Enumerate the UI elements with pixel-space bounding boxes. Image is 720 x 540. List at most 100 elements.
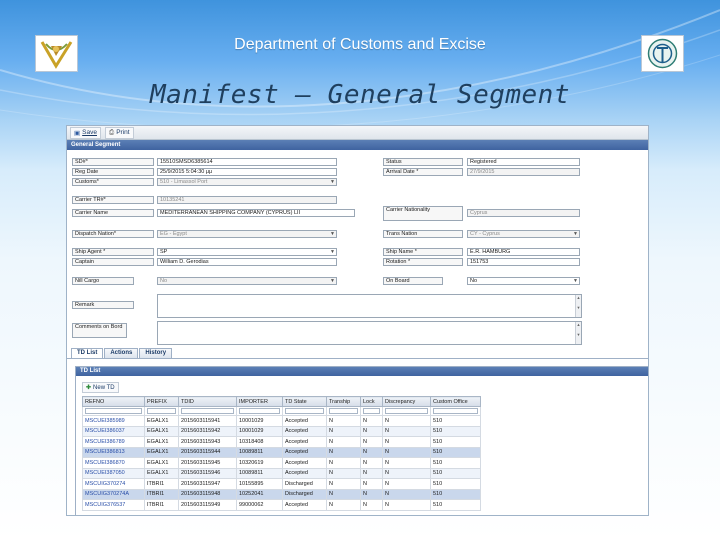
refno-link[interactable]: MSCUEI386037	[82, 425, 145, 437]
status-field[interactable]: Registered	[467, 158, 580, 166]
ship-agent-select[interactable]: SP ▼	[157, 248, 337, 256]
table-cell: 510	[430, 478, 481, 490]
on-board-label: On Board	[383, 277, 443, 285]
tab-td-list[interactable]: TD List	[71, 348, 104, 358]
column-filter-input[interactable]	[282, 406, 327, 416]
table-cell: N	[326, 478, 361, 490]
table-cell: ITBRI1	[144, 488, 179, 500]
print-button[interactable]: ⎙ Print	[104, 126, 134, 139]
table-row[interactable]: MSCUEI387050 EGALX1 2015603115946 10089811 A…	[82, 467, 481, 479]
carrier-tr-field[interactable]: 10135241	[157, 196, 337, 204]
table-cell: EGALX1	[144, 436, 179, 448]
table-cell: EGALX1	[144, 415, 179, 427]
refno-link[interactable]: MSCUIG376537	[82, 499, 145, 511]
column-filter-input[interactable]	[178, 406, 237, 416]
refno-link[interactable]: MSCUIG370274A	[82, 488, 145, 500]
column-header[interactable]: PREFIX	[144, 396, 179, 407]
table-cell: 2015603115944	[178, 446, 237, 458]
table-cell: N	[326, 457, 361, 469]
refno-link[interactable]: MSCUEI386813	[82, 446, 145, 458]
dispatch-nation-select[interactable]: EG - Egypt ▼	[157, 230, 337, 238]
refno-link[interactable]: MSCUEI385989	[82, 415, 145, 427]
tab-history[interactable]: History	[139, 348, 173, 358]
column-header[interactable]: Custom Office	[430, 396, 481, 407]
carrier-nationality-field[interactable]: Cyprus	[467, 209, 580, 217]
column-filter-input[interactable]	[326, 406, 361, 416]
ship-name-field[interactable]: E.R. HAMBURG	[467, 248, 580, 256]
refno-link[interactable]: MSCUIG370274	[82, 478, 145, 490]
customs-select[interactable]: 510 - Limassol Port ▼	[157, 178, 337, 186]
arrival-date-field[interactable]: 27/9/2015	[467, 168, 580, 176]
captain-field[interactable]: William D. Gerodias	[157, 258, 337, 266]
table-cell: 10318408	[236, 436, 283, 448]
table-cell: 510	[430, 425, 481, 437]
table-cell: 10089811	[236, 467, 283, 479]
column-filter-input[interactable]	[236, 406, 283, 416]
carrier-nationality-label: Carrier Nationality	[383, 206, 463, 221]
table-row[interactable]: MSCUEI386037 EGALX1 2015603115942 10001029 A…	[82, 425, 481, 437]
table-row[interactable]: MSCUEI386813 EGALX1 2015603115944 10089811 A…	[82, 446, 481, 458]
rotation-field[interactable]: 151753	[467, 258, 580, 266]
chevron-down-icon: ▼	[573, 231, 578, 237]
column-header[interactable]: Tranship	[326, 396, 361, 407]
nill-cargo-label: Nill Cargo	[72, 277, 134, 285]
carrier-name-field[interactable]: MEDITERRANEAN SHIPPING COMPANY (CYPRUS) …	[157, 209, 355, 217]
reg-date-field[interactable]: 25/9/2015 5:04:30 μμ	[157, 168, 337, 176]
table-cell: N	[326, 446, 361, 458]
on-board-select[interactable]: No ▼	[467, 277, 580, 285]
table-row[interactable]: MSCUIG376537 ITBRI1 2015603115949 99000062 A…	[82, 499, 481, 511]
column-header[interactable]: TD State	[282, 396, 327, 407]
column-filter-input[interactable]	[144, 406, 179, 416]
table-cell: N	[382, 436, 431, 448]
table-cell: 510	[430, 446, 481, 458]
column-header[interactable]: Discrepancy	[382, 396, 431, 407]
comments-textarea[interactable]: ▲ ▼	[157, 321, 582, 345]
general-segment-header: General Segment	[67, 140, 648, 150]
carrier-name-label: Carrier Name	[72, 209, 154, 217]
column-filter-input[interactable]	[360, 406, 383, 416]
slide-title: Manifest – General Segment	[150, 80, 570, 110]
nill-cargo-select[interactable]: No ▼	[157, 277, 337, 285]
refno-link[interactable]: MSCUEI387050	[82, 467, 145, 479]
filter-row	[82, 406, 481, 416]
table-cell: 2015603115943	[178, 436, 237, 448]
table-row[interactable]: MSCUEI385989 EGALX1 2015603115941 10001029 A…	[82, 415, 481, 427]
column-header[interactable]: Lock	[360, 396, 383, 407]
column-filter-input[interactable]	[382, 406, 431, 416]
table-cell: N	[382, 478, 431, 490]
ship-name-label: Ship Name *	[383, 248, 463, 256]
column-header[interactable]: IMPORTER	[236, 396, 283, 407]
chevron-down-icon: ▼	[573, 278, 578, 284]
chevron-down-icon: ▼	[330, 231, 335, 237]
status-label: Status	[383, 158, 463, 166]
table-cell: Accepted	[282, 467, 327, 479]
save-button[interactable]: ▣ Save	[70, 126, 101, 139]
tab-actions[interactable]: Actions	[104, 348, 139, 358]
table-row[interactable]: MSCUIG370274A ITBRI1 2015603115948 10252041…	[82, 488, 481, 500]
table-row[interactable]: MSCUEI386789 EGALX1 2015603115943 10318408 A…	[82, 436, 481, 448]
refno-link[interactable]: MSCUEI386789	[82, 436, 145, 448]
sd-field[interactable]: 15510SMSD6385614	[157, 158, 337, 166]
new-td-button[interactable]: ✚ New TD	[82, 382, 119, 393]
scrollbar[interactable]: ▲ ▼	[575, 295, 581, 317]
table-cell: N	[360, 488, 383, 500]
trans-nation-select[interactable]: CY - Cyprus ▼	[467, 230, 580, 238]
table-cell: EGALX1	[144, 446, 179, 458]
table-cell: 510	[430, 467, 481, 479]
column-header[interactable]: REFNO	[82, 396, 145, 407]
column-header[interactable]: TDID	[178, 396, 237, 407]
column-filter-input[interactable]	[430, 406, 481, 416]
table-cell: N	[360, 425, 383, 437]
table-row[interactable]: MSCUEI386870 EGALX1 2015603115945 10320619 A…	[82, 457, 481, 469]
table-cell: 2015603115941	[178, 415, 237, 427]
table-header-row: REFNO PREFIX TDID IMPORTER TD State Tranship L…	[82, 396, 481, 407]
table-cell: N	[360, 436, 383, 448]
table-row[interactable]: MSCUIG370274 ITBRI1 2015603115947 10155895 D…	[82, 478, 481, 490]
refno-link[interactable]: MSCUEI386870	[82, 457, 145, 469]
remark-textarea[interactable]: ▲ ▼	[157, 294, 582, 318]
background-swoosh	[0, 9, 720, 129]
scrollbar[interactable]: ▲ ▼	[575, 322, 581, 344]
department-title: Department of Customs and Excise	[234, 36, 486, 53]
table-cell: N	[360, 457, 383, 469]
column-filter-input[interactable]	[82, 406, 145, 416]
